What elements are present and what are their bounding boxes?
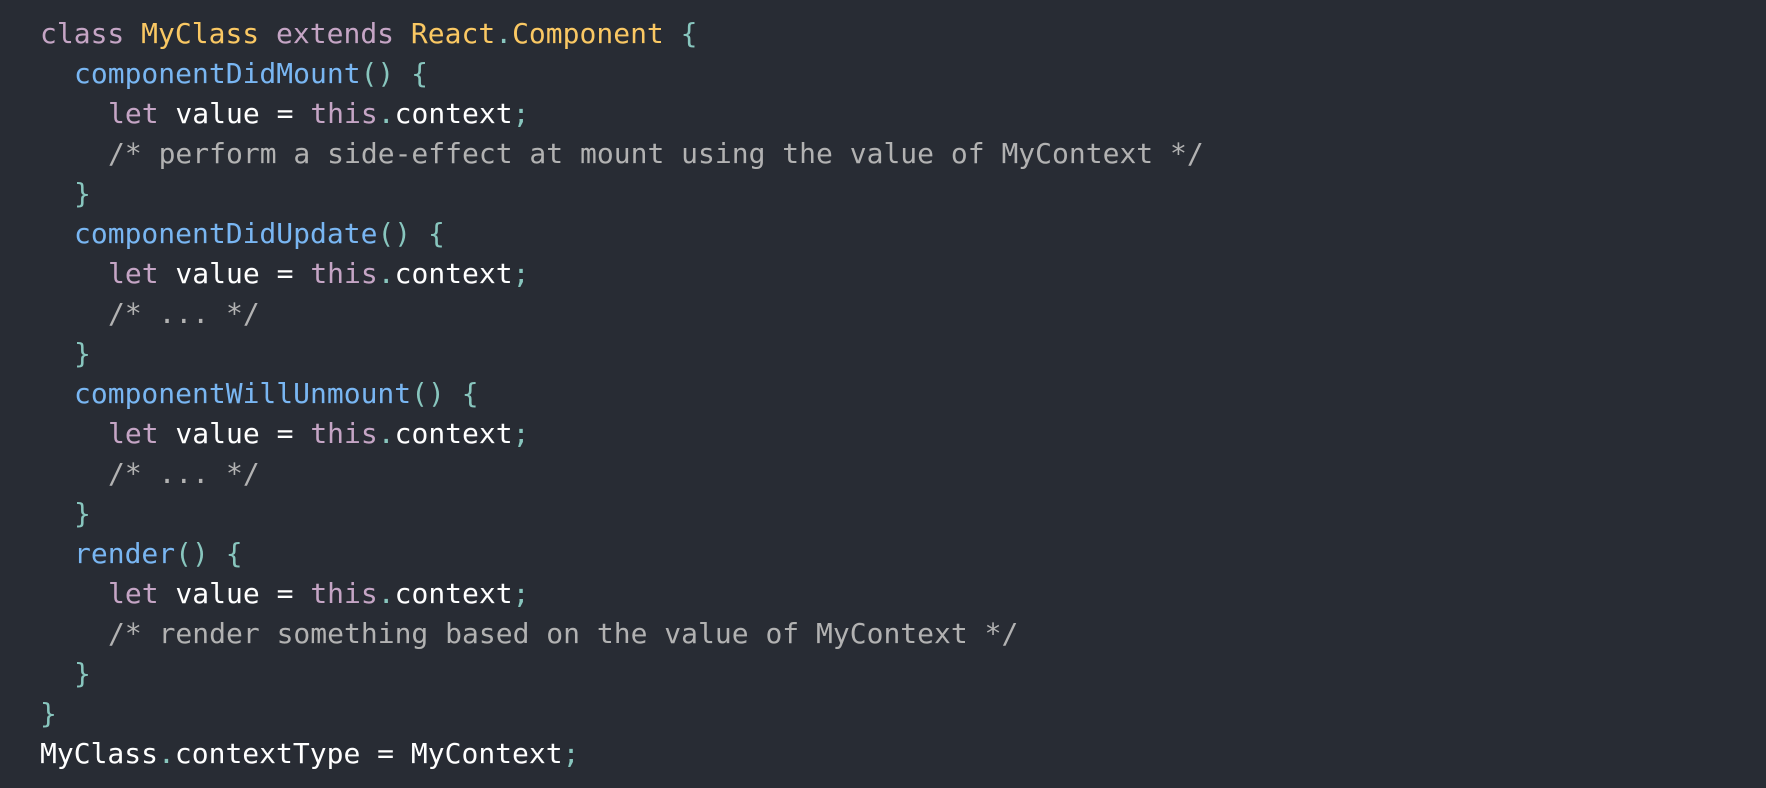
code-line: let value = this.context; — [40, 254, 1766, 294]
code-token-this: this — [310, 257, 378, 290]
code-token-plain: MyContext — [394, 737, 563, 770]
code-line: /* perform a side-effect at mount using … — [40, 134, 1766, 174]
code-token-this: this — [310, 577, 378, 610]
code-token-plain: MyClass — [40, 737, 159, 770]
code-token-punc: { — [428, 217, 445, 250]
code-line: } — [40, 174, 1766, 214]
code-token-punc: . — [377, 577, 395, 610]
code-token-plain: context — [394, 257, 513, 290]
code-token-cmt: /* ... */ — [108, 457, 260, 490]
code-line: class MyClass extends React.Component { — [40, 14, 1766, 54]
code-token-punc: . — [377, 257, 395, 290]
code-token-punc: } — [74, 177, 91, 210]
code-line: } — [40, 334, 1766, 374]
code-token-plain: contextType — [174, 737, 378, 770]
code-token-punc: { — [680, 17, 698, 50]
code-line: } — [40, 654, 1766, 694]
code-token-kw: extends — [276, 17, 395, 50]
code-token-punc: ; — [512, 577, 530, 610]
code-token-punc: ; — [512, 97, 530, 130]
code-line: componentWillUnmount() { — [40, 374, 1766, 414]
code-token-punc: () — [377, 217, 412, 250]
code-token-fn: componentDidUpdate — [74, 217, 378, 250]
code-line: /* ... */ — [40, 454, 1766, 494]
code-line: } — [40, 494, 1766, 534]
code-token-cls: Component — [512, 17, 664, 50]
code-token-fn: componentDidMount — [74, 57, 361, 90]
code-token-punc: () — [360, 57, 395, 90]
code-token-kw: let — [108, 257, 159, 290]
code-editor: class MyClass extends React.Component {c… — [0, 0, 1766, 788]
code-token-punc: } — [74, 337, 91, 370]
code-token-plain: context — [394, 97, 513, 130]
code-token-op: = — [276, 257, 294, 290]
code-token-punc: ; — [512, 257, 530, 290]
code-token-punc: . — [495, 17, 513, 50]
code-token-plain: value — [158, 97, 277, 130]
code-token-this: this — [310, 417, 378, 450]
code-token-fn: render — [74, 537, 176, 570]
code-token-plain: value — [158, 257, 277, 290]
code-token-op: = — [276, 417, 294, 450]
code-token-this: this — [310, 97, 378, 130]
code-token-punc: . — [158, 737, 175, 770]
code-token-op: = — [377, 737, 395, 770]
code-token-punc: ; — [512, 417, 530, 450]
code-token-plain: value — [158, 577, 277, 610]
code-line: render() { — [40, 534, 1766, 574]
code-token-kw: class — [40, 17, 125, 50]
code-token-cmt: /* render something based on the value o… — [108, 617, 1019, 650]
code-token-plain: context — [394, 417, 513, 450]
code-token-punc: } — [74, 657, 91, 690]
code-token-kw: let — [108, 577, 159, 610]
code-line: } — [40, 694, 1766, 734]
code-token-cmt: /* perform a side-effect at mount using … — [108, 137, 1204, 170]
code-token-punc: ; — [562, 737, 580, 770]
code-token-cls: React — [410, 17, 496, 50]
code-line: /* render something based on the value o… — [40, 614, 1766, 654]
code-token-plain: value — [158, 417, 277, 450]
code-token-plain: context — [394, 577, 513, 610]
code-line: let value = this.context; — [40, 574, 1766, 614]
code-token-cmt: /* ... */ — [108, 297, 260, 330]
code-token-fn: componentWillUnmount — [74, 377, 412, 410]
code-token-punc: . — [377, 417, 395, 450]
code-token-cls: MyClass — [141, 17, 260, 50]
code-line: componentDidUpdate() { — [40, 214, 1766, 254]
code-line: MyClass.contextType = MyContext; — [40, 734, 1766, 774]
code-token-punc: } — [40, 697, 57, 730]
code-token-punc: () — [411, 377, 445, 410]
code-token-punc: { — [461, 377, 479, 410]
code-token-punc: } — [74, 497, 91, 530]
code-line: componentDidMount() { — [40, 54, 1766, 94]
code-token-op: = — [276, 577, 294, 610]
code-token-punc: . — [377, 97, 395, 130]
code-line: let value = this.context; — [40, 94, 1766, 134]
code-line: /* ... */ — [40, 294, 1766, 334]
code-token-punc: () — [175, 537, 209, 570]
code-token-punc: { — [411, 57, 429, 90]
code-line: let value = this.context; — [40, 414, 1766, 454]
code-token-kw: let — [108, 417, 159, 450]
code-token-kw: let — [108, 97, 159, 130]
code-token-punc: { — [225, 537, 243, 570]
code-token-op: = — [276, 97, 294, 130]
